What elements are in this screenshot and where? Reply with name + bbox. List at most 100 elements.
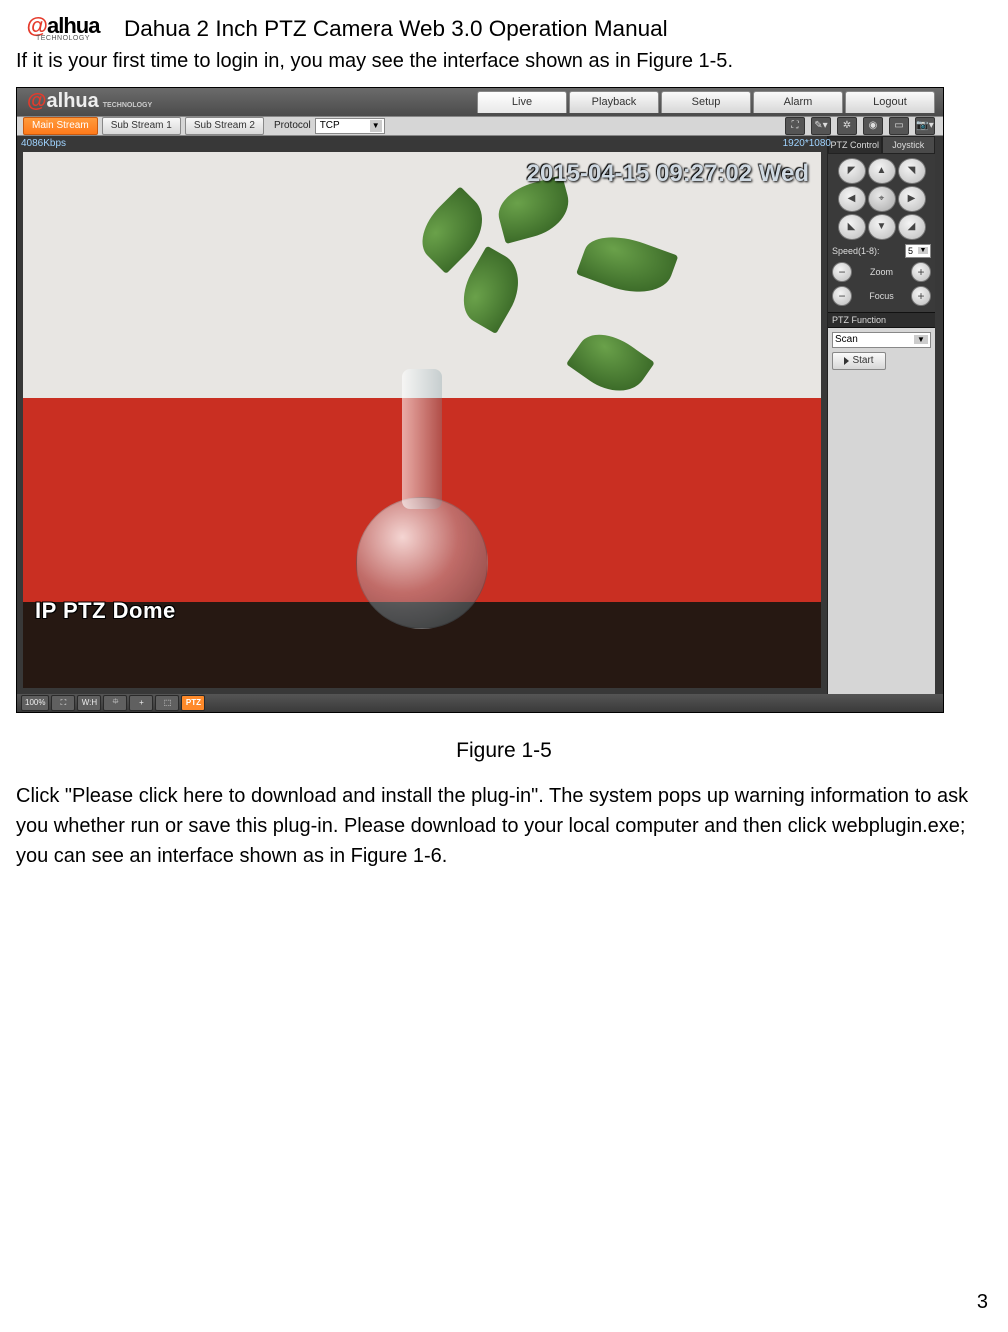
video-bg-upper [23,152,821,399]
fit-icon[interactable]: ⛶ [785,117,805,135]
ptz-up-button[interactable]: ▲ [868,158,896,184]
focus-in-button[interactable]: + [911,286,931,306]
tab-label: PTZ Control [830,140,879,150]
dahua-logo: @alhua TECHNOLOGY [16,12,110,46]
ptz-up-right-button[interactable]: ◥ [898,158,926,184]
btn-label: Main Stream [32,120,89,131]
focus-out-button[interactable]: − [832,286,852,306]
btn-label: 100% [25,698,45,707]
btn-label: Sub Stream 2 [194,120,255,131]
osd-timestamp: 2015-04-15 09:27:02 Wed [527,160,809,188]
arrow-icon: ▼ [877,221,887,232]
region-button[interactable]: ⬚ [155,695,179,711]
record-icon[interactable]: ◉ [863,117,883,135]
doc-header: @alhua TECHNOLOGY Dahua 2 Inch PTZ Camer… [16,12,992,46]
app-body: 4086Kbps 1920*1080 2015-04-15 09:27:02 W… [17,136,943,694]
ptz-toggle-button[interactable]: PTZ [181,695,205,711]
ptz-center-button[interactable]: ⌖ [868,186,896,212]
speed-select[interactable]: 5 ▼ [905,244,931,258]
osd-watermark: IP PTZ Dome [35,598,176,624]
function-value: Scan [835,334,858,345]
nav-tab-live[interactable]: Live [477,91,567,113]
stream-toolbar: Main Stream Sub Stream 1 Sub Stream 2 Pr… [17,116,943,136]
start-label: Start [852,355,873,366]
zoom-label: Zoom [870,267,893,277]
snapshot-icon[interactable]: ▭ [889,117,909,135]
tab-label: Setup [692,96,721,108]
aspect-button[interactable]: W:H [77,695,101,711]
tab-label: Logout [873,96,907,108]
screenshot: @alhua TECHNOLOGY Live Playback Setup Al… [16,87,944,713]
figure-caption: Figure 1-5 [16,739,992,763]
video-feed[interactable]: 2015-04-15 09:27:02 Wed IP PTZ Dome [23,152,821,688]
resolution-label: 1920*1080 [783,138,831,149]
logo-mark: @alhua [27,17,100,35]
zoom-in-button[interactable]: + [911,262,931,282]
logo-subtext: TECHNOLOGY [36,35,90,42]
nav-tab-setup[interactable]: Setup [661,91,751,113]
ptz-down-button[interactable]: ▼ [868,214,896,240]
zoom-control: − Zoom + [832,262,931,282]
protocol-value: TCP [320,120,340,131]
settings-icon[interactable]: ✲ [837,117,857,135]
camera-icon[interactable]: 📷▾ [915,117,935,135]
main-stream-button[interactable]: Main Stream [23,117,98,135]
arrow-icon: ▲ [877,165,887,176]
nav-tab-playback[interactable]: Playback [569,91,659,113]
video-subject-vase [342,409,502,629]
ptz-function-header: PTZ Function [828,312,935,328]
region-icon: ⬚ [164,698,172,707]
start-button[interactable]: Start [832,352,886,370]
focus-control: − Focus + [832,286,931,306]
arrow-icon: ◀ [848,193,856,204]
brush-icon[interactable]: ✎▾ [811,117,831,135]
sidebar-tabs: PTZ Control Joystick [828,136,935,154]
nav-tab-alarm[interactable]: Alarm [753,91,843,113]
nav-tab-logout[interactable]: Logout [845,91,935,113]
speed-value: 5 [908,246,913,256]
arrow-icon: ◣ [848,221,856,232]
ptz-up-left-button[interactable]: ◤ [838,158,866,184]
ptz-down-right-button[interactable]: ◢ [898,214,926,240]
tab-ptz-control[interactable]: PTZ Control [828,136,882,154]
focus-label: Focus [869,291,894,301]
app-logo-sub: TECHNOLOGY [103,102,152,109]
tab-joystick[interactable]: Joystick [882,136,936,154]
ptz-right-button[interactable]: ▶ [898,186,926,212]
doc-title: Dahua 2 Inch PTZ Camera Web 3.0 Operatio… [124,16,668,42]
sub-stream-2-button[interactable]: Sub Stream 2 [185,117,264,135]
direction-pad: ◤ ▲ ◥ ◀ ⌖ ▶ ◣ ▼ ◢ [832,158,931,240]
zoom-plus-button[interactable]: + [129,695,153,711]
tab-label: Live [512,96,532,108]
arrow-icon: ◥ [908,165,916,176]
ptz-down-left-button[interactable]: ◣ [838,214,866,240]
protocol-select[interactable]: TCP ▼ [315,118,385,134]
arrow-icon: ◢ [908,221,916,232]
tab-label: Joystick [892,140,924,150]
btn-label: PTZ [186,698,201,707]
play-icon [844,357,849,365]
chevron-down-icon: ▼ [370,120,382,132]
intro-paragraph: If it is your first time to login in, yo… [16,48,992,75]
zoom-out-button[interactable]: − [832,262,852,282]
fullscreen-button[interactable]: ⛶ [51,695,75,711]
chevron-down-icon: ▼ [914,335,928,344]
ptz-left-button[interactable]: ◀ [838,186,866,212]
intro-text-b: . [727,50,733,72]
zoom-100-button[interactable]: 100% [21,695,49,711]
plus-icon: + [139,698,144,707]
sub-stream-1-button[interactable]: Sub Stream 1 [102,117,181,135]
ptz-pad: ◤ ▲ ◥ ◀ ⌖ ▶ ◣ ▼ ◢ Speed(1-8): 5 [828,154,935,312]
btn-label: W:H [82,698,97,707]
target-icon: ⌖ [879,193,885,204]
figure-reference: Figure 1-5 [636,50,727,72]
page: @alhua TECHNOLOGY Dahua 2 Inch PTZ Camer… [0,0,1008,1332]
tab-label: Alarm [784,96,813,108]
protocol-label: Protocol [274,120,311,131]
app-logo-text: alhua [47,90,99,113]
sidebar-filler [828,374,935,694]
layout-icon: ⯐ [112,696,118,710]
function-select[interactable]: Scan ▼ [832,332,931,348]
arrow-icon: ▶ [908,193,916,204]
layout-button[interactable]: ⯐ [103,695,127,711]
